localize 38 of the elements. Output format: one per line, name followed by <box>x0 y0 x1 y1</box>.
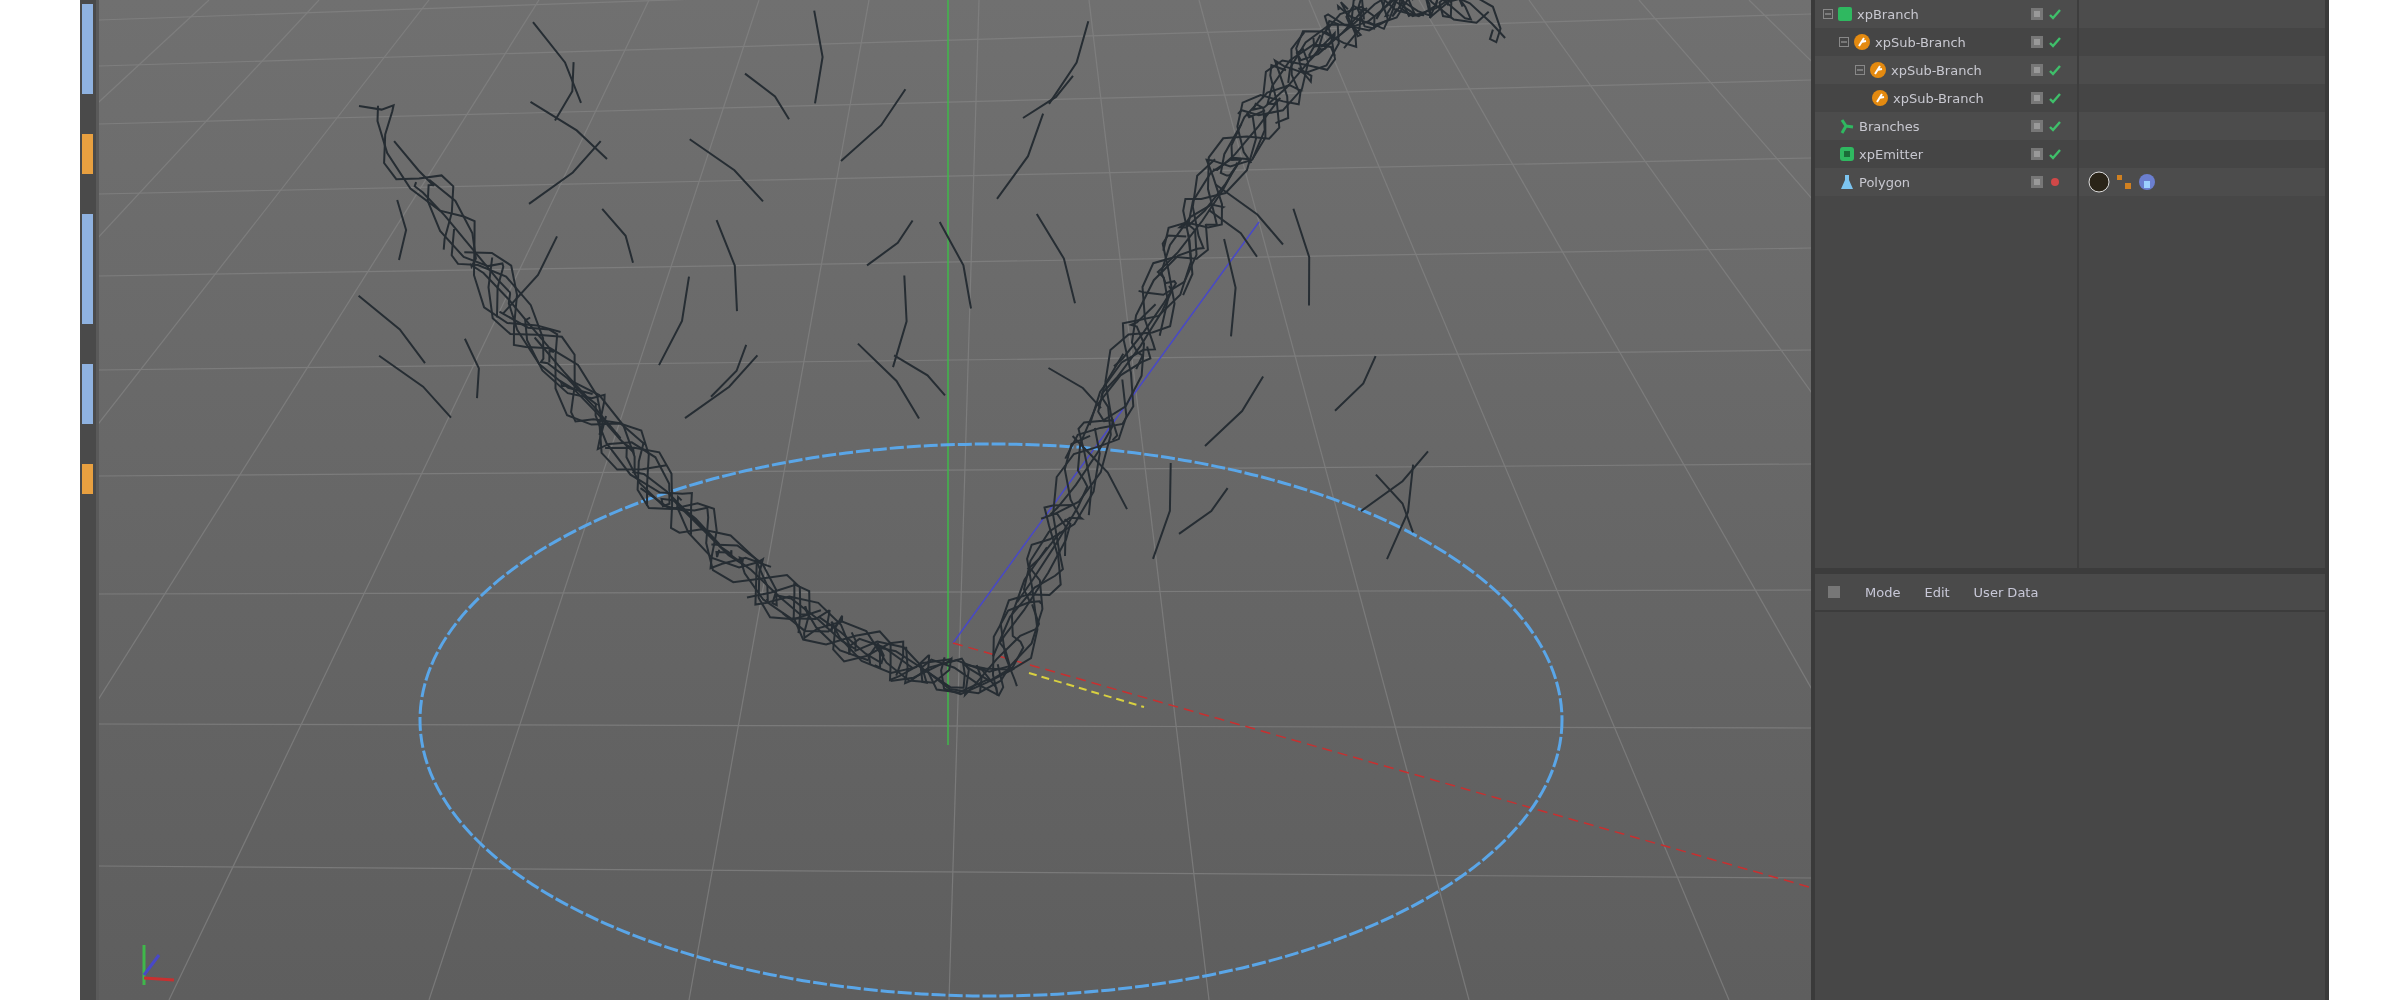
check-icon[interactable] <box>2049 92 2061 104</box>
layer-icon[interactable] <box>2030 119 2044 133</box>
layer-icon[interactable] <box>2030 175 2044 189</box>
check-icon[interactable] <box>2049 148 2061 160</box>
disc-icon <box>1871 89 1889 107</box>
disc-icon <box>1853 33 1871 51</box>
flask-icon <box>1839 174 1855 190</box>
object-name[interactable]: xpSub-Branch <box>1893 90 1984 106</box>
menu-item[interactable]: Mode <box>1865 584 1901 600</box>
menu-item[interactable]: Edit <box>1924 584 1950 600</box>
cube-icon <box>1837 6 1853 22</box>
tag-icon[interactable] <box>2138 173 2156 191</box>
check-icon[interactable] <box>2049 36 2061 48</box>
object-name[interactable]: xpEmitter <box>1859 146 1923 162</box>
layer-icon[interactable] <box>2030 63 2044 77</box>
grid-icon[interactable] <box>1827 585 1841 599</box>
object-name[interactable]: xpBranch <box>1857 6 1919 22</box>
check-icon[interactable] <box>2049 64 2061 76</box>
layer-icon[interactable] <box>2030 91 2044 105</box>
object-name[interactable]: xpSub-Branch <box>1875 34 1966 50</box>
object-name[interactable]: Polygon <box>1859 174 1911 190</box>
collapse-icon[interactable] <box>1839 37 1849 47</box>
material-icon[interactable] <box>2088 171 2110 193</box>
check-icon[interactable] <box>2049 8 2061 20</box>
layer-icon[interactable] <box>2030 147 2044 161</box>
branch-icon <box>1839 118 1855 134</box>
menu-item[interactable]: User Data <box>1973 584 2039 600</box>
object-name[interactable]: xpSub-Branch <box>1891 62 1982 78</box>
collapse-icon[interactable] <box>1855 65 1865 75</box>
disc-icon <box>1869 61 1887 79</box>
collapse-icon[interactable] <box>1823 9 1833 19</box>
layer-icon[interactable] <box>2030 7 2044 21</box>
emitter-icon <box>1839 146 1855 162</box>
object-name[interactable]: Branches <box>1859 118 1920 134</box>
layer-icon[interactable] <box>2030 35 2044 49</box>
dots-icon[interactable] <box>2116 174 2132 190</box>
dot-icon[interactable] <box>2049 176 2061 188</box>
check-icon[interactable] <box>2049 120 2061 132</box>
